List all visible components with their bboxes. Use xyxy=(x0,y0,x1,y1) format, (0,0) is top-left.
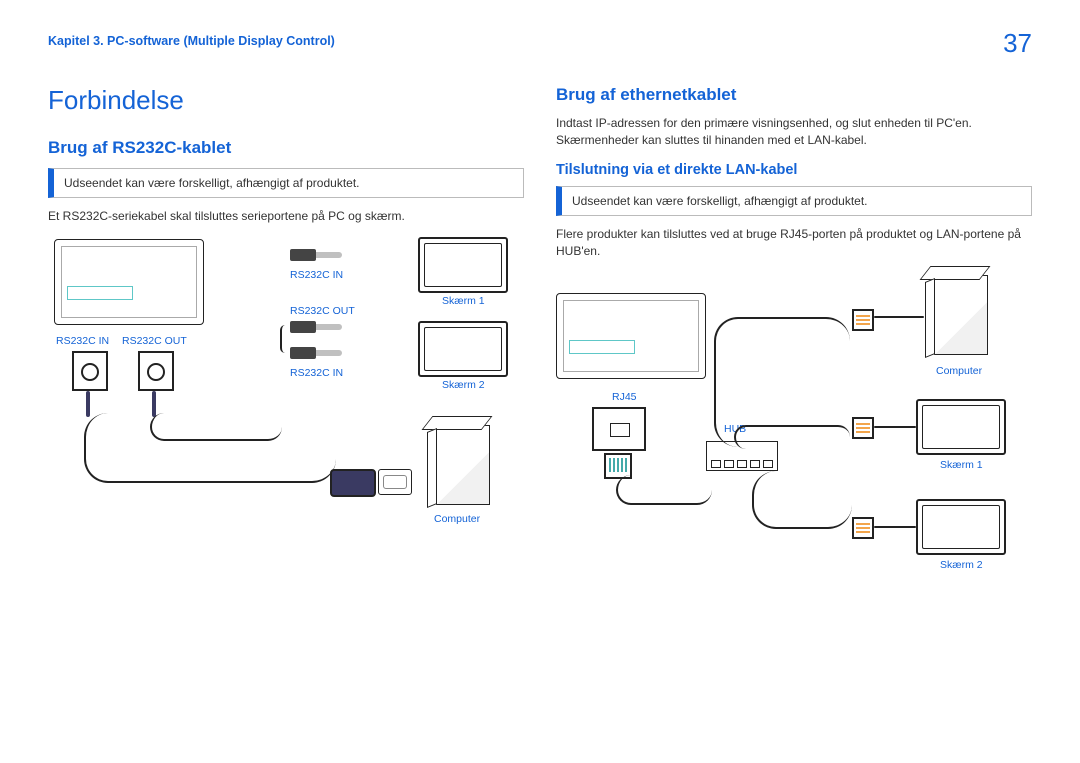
pc-tower-eth xyxy=(934,275,988,355)
monitor-skaerm1 xyxy=(418,237,508,293)
note-box: Udseendet kan være forskelligt, afhængig… xyxy=(48,168,524,198)
sub-title-rs232c: Brug af RS232C-kablet xyxy=(48,138,524,158)
page-number: 37 xyxy=(1003,28,1032,59)
monitor-skaerm2 xyxy=(418,321,508,377)
body-text: Et RS232C-seriekabel skal tilsluttes ser… xyxy=(48,208,524,225)
device-back-panel xyxy=(54,239,204,325)
jack-plug-2 xyxy=(290,319,346,335)
rj-plug-pc xyxy=(852,309,874,331)
rj-plug-sk2 xyxy=(852,517,874,539)
monitor-skaerm2-eth xyxy=(916,499,1006,555)
label-rs232c-in-jack1: RS232C IN xyxy=(290,269,343,281)
sub-title-ethernet: Brug af ethernetkablet xyxy=(556,85,1032,105)
rj45-port xyxy=(592,407,646,451)
label-rs232c-in-jack2: RS232C IN xyxy=(290,367,343,379)
device-back-panel-eth xyxy=(556,293,706,379)
rs232c-diagram: RS232C IN RS232C OUT RS232C IN RS232C OU… xyxy=(48,237,524,557)
port-rs232c-out xyxy=(138,351,174,391)
note-box-ethernet: Udseendet kan være forskelligt, afhængig… xyxy=(556,186,1032,216)
label-skaerm1-eth: Skærm 1 xyxy=(940,459,983,471)
label-rj45: RJ45 xyxy=(612,391,637,403)
ethernet-diagram: RJ45 HUB Computer Skærm 1 xyxy=(556,273,1032,613)
right-column: Brug af ethernetkablet Indtast IP-adress… xyxy=(556,85,1032,613)
sub2-title-lan: Tilslutning via et direkte LAN-kabel xyxy=(556,162,1032,178)
serial-connector-icon xyxy=(330,469,376,497)
port-rs232c-in xyxy=(72,351,108,391)
chapter-label: Kapitel 3. PC-software (Multiple Display… xyxy=(48,34,335,48)
label-computer-eth: Computer xyxy=(936,365,982,377)
left-column: Forbindelse Brug af RS232C-kablet Udseen… xyxy=(48,85,524,613)
jack-plug-3 xyxy=(290,345,346,361)
label-rs232c-out-panel: RS232C OUT xyxy=(122,335,187,347)
label-computer: Computer xyxy=(434,513,480,525)
label-skaerm2: Skærm 2 xyxy=(442,379,485,391)
body-text-ethernet-intro: Indtast IP-adressen for den primære visn… xyxy=(556,115,1032,150)
label-rs232c-in-panel: RS232C IN xyxy=(56,335,109,347)
body-text-ethernet-hub: Flere produkter kan tilsluttes ved at br… xyxy=(556,226,1032,261)
label-rs232c-out-jack: RS232C OUT xyxy=(290,305,355,317)
pc-tower xyxy=(436,425,490,505)
section-title-forbindelse: Forbindelse xyxy=(48,85,524,116)
label-skaerm2-eth: Skærm 2 xyxy=(940,559,983,571)
rj-plug-sk1 xyxy=(852,417,874,439)
jack-plug-1 xyxy=(290,247,346,263)
label-skaerm1: Skærm 1 xyxy=(442,295,485,307)
monitor-skaerm1-eth xyxy=(916,399,1006,455)
